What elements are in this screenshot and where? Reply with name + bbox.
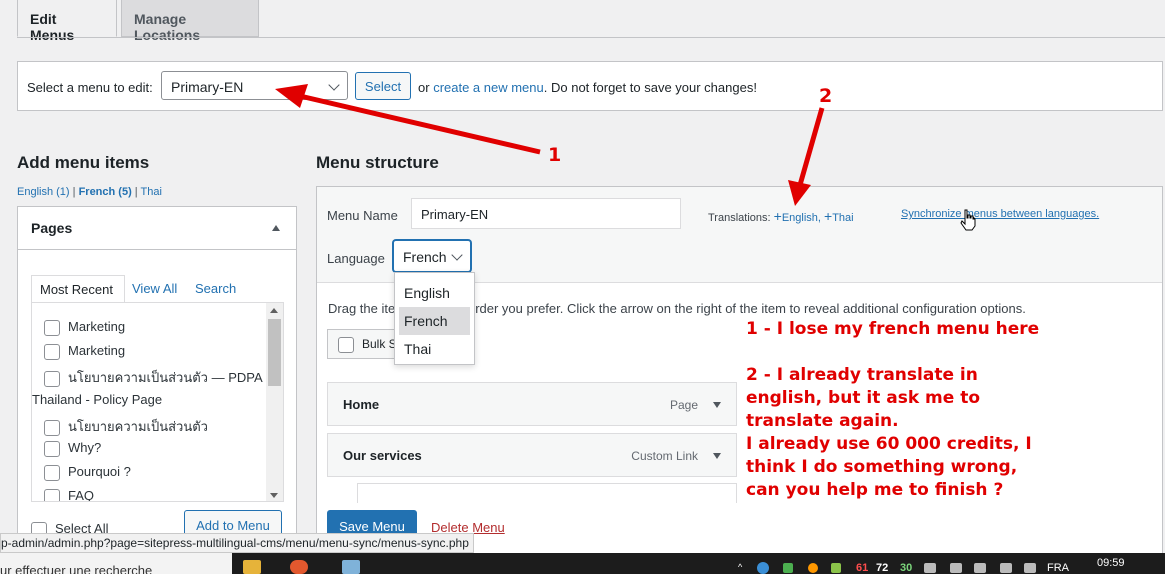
tray-number: 72 [876,562,889,574]
taskbar-search[interactable]: ur effectuer une recherche [0,553,232,574]
tray-app-icon[interactable] [1000,563,1012,573]
tray-chevron-icon[interactable]: ^ [738,562,742,572]
input-language[interactable]: FRA [1047,562,1069,574]
annotation-arrows [275,84,825,206]
tray-number: 30 [900,562,913,574]
speaker-icon[interactable] [1024,563,1036,573]
tray-number: 61 [856,562,869,574]
taskbar: ur effectuer une recherche ^ 61 72 30 FR… [0,553,1165,574]
annotation-arrow-2 [797,107,825,186]
battery-icon[interactable] [974,563,986,573]
firefox-icon[interactable] [290,560,308,574]
file-explorer-icon[interactable] [243,560,261,574]
app-icon[interactable] [342,560,360,574]
volume-icon[interactable] [924,563,936,573]
clock-time[interactable]: 09:59 [1097,557,1125,569]
tray-app-icon[interactable] [808,563,818,573]
arrow-head-1-icon [275,84,308,108]
tray-app-icon[interactable] [831,563,841,573]
arrow-head-2-icon [788,180,811,206]
tray-globe-icon[interactable] [757,562,769,574]
status-url: p-admin/admin.php?page=sitepress-multili… [0,533,474,553]
annotation-arrow-1 [299,93,541,155]
tray-app-icon[interactable] [783,563,793,573]
network-icon[interactable] [950,563,962,573]
